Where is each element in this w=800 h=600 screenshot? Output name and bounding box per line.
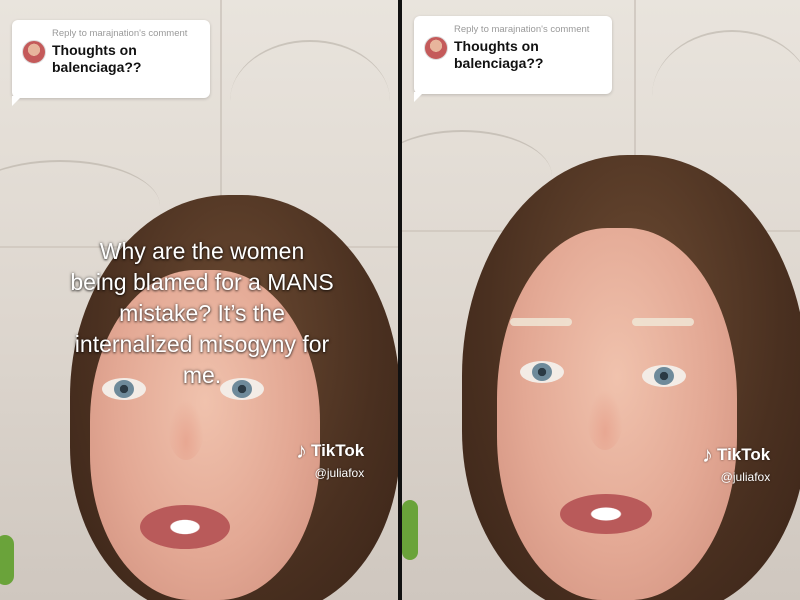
video-caption: Why are the women being blamed for a MAN… (22, 236, 382, 391)
creator-handle: @juliafox (314, 466, 365, 480)
tiktok-watermark: ♪ TikTok @juliafox (702, 442, 771, 485)
mouth (560, 494, 652, 534)
caption-line: being blamed for a MANS (70, 269, 334, 295)
eyebrow (632, 318, 694, 326)
caption-line: mistake? It’s the (119, 300, 285, 326)
eye (520, 361, 564, 383)
green-object (402, 500, 418, 560)
reply-text-line1: Thoughts on (52, 42, 137, 58)
commenter-avatar (22, 40, 46, 64)
tiktok-note-icon: ♪ (296, 438, 307, 463)
caption-line: internalized misogyny for (74, 331, 330, 357)
reply-text-line1: Thoughts on (454, 38, 539, 54)
video-frame-left[interactable]: Reply to marajnation's comment Thoughts … (0, 0, 398, 600)
eyebrow (510, 318, 572, 326)
tiktok-note-icon: ♪ (702, 442, 713, 467)
reply-text-line2: balenciaga?? (52, 59, 142, 75)
green-object (0, 535, 14, 585)
caption-line: me. (182, 362, 222, 388)
creator-handle: @juliafox (720, 470, 771, 484)
eye (642, 365, 686, 387)
reply-header: Reply to marajnation's comment (454, 24, 590, 35)
reply-text-line2: balenciaga?? (454, 55, 544, 71)
nose (587, 390, 623, 450)
tiktok-brand: TikTok (311, 441, 365, 460)
video-frame-right[interactable]: Reply to marajnation's comment Thoughts … (402, 0, 800, 600)
caption-line: Why are the women (99, 238, 305, 264)
mouth (140, 505, 230, 549)
tiktok-brand: TikTok (717, 445, 771, 464)
video-collage: Reply to marajnation's comment Thoughts … (0, 0, 800, 600)
marble-vein (230, 40, 390, 162)
reply-bubble[interactable]: Reply to marajnation's comment Thoughts … (414, 16, 612, 102)
commenter-avatar (424, 36, 448, 60)
tiktok-watermark: ♪ TikTok @juliafox (296, 438, 365, 481)
reply-header: Reply to marajnation's comment (52, 28, 188, 39)
nose (168, 400, 204, 460)
marble-vein (652, 30, 800, 162)
reply-bubble[interactable]: Reply to marajnation's comment Thoughts … (12, 20, 210, 106)
